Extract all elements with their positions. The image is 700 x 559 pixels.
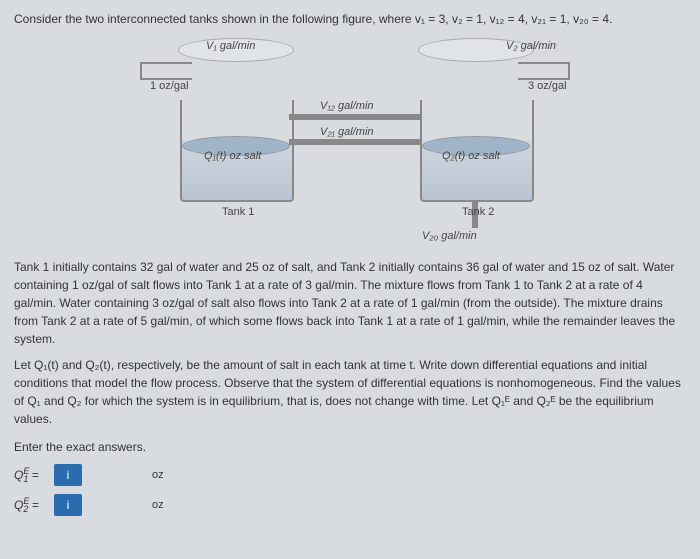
q1-unit: oz: [152, 469, 164, 481]
tank-1-label: Tank 1: [222, 206, 254, 218]
pipe-v12: [289, 114, 421, 120]
inlet-left: [140, 62, 192, 80]
q1-label: QE1 =: [14, 466, 54, 484]
label-q2: Q₂(t) oz salt: [442, 150, 500, 162]
pipe-v21: [289, 139, 421, 145]
label-v2: V₂ gal/min: [506, 40, 556, 52]
label-in1: 1 oz/gal: [150, 80, 189, 92]
problem-intro: Consider the two interconnected tanks sh…: [14, 10, 686, 28]
q2-label: QE2 =: [14, 496, 54, 514]
label-v1: V₁ gal/min: [206, 40, 255, 52]
inlet-right: [518, 62, 570, 80]
tank-2-label: Tank 2: [462, 206, 494, 218]
tanks-figure: V₁ gal/min V₂ gal/min 1 oz/gal 3 oz/gal …: [110, 44, 590, 244]
problem-para2: Let Q₁(t) and Q₂(t), respectively, be th…: [14, 356, 686, 428]
q2-unit: oz: [152, 499, 164, 511]
label-v20: V₂₀ gal/min: [422, 230, 477, 242]
label-v21: V₂₁ gal/min: [320, 126, 374, 138]
problem-para1: Tank 1 initially contains 32 gal of wate…: [14, 258, 686, 348]
q1-input[interactable]: i: [54, 464, 82, 486]
q2-input[interactable]: i: [54, 494, 82, 516]
label-in2: 3 oz/gal: [528, 80, 567, 92]
answer-prompt: Enter the exact answers.: [14, 438, 686, 456]
label-q1: Q₁(t) oz salt: [204, 150, 261, 162]
label-v12: V₁₂ gal/min: [320, 100, 374, 112]
